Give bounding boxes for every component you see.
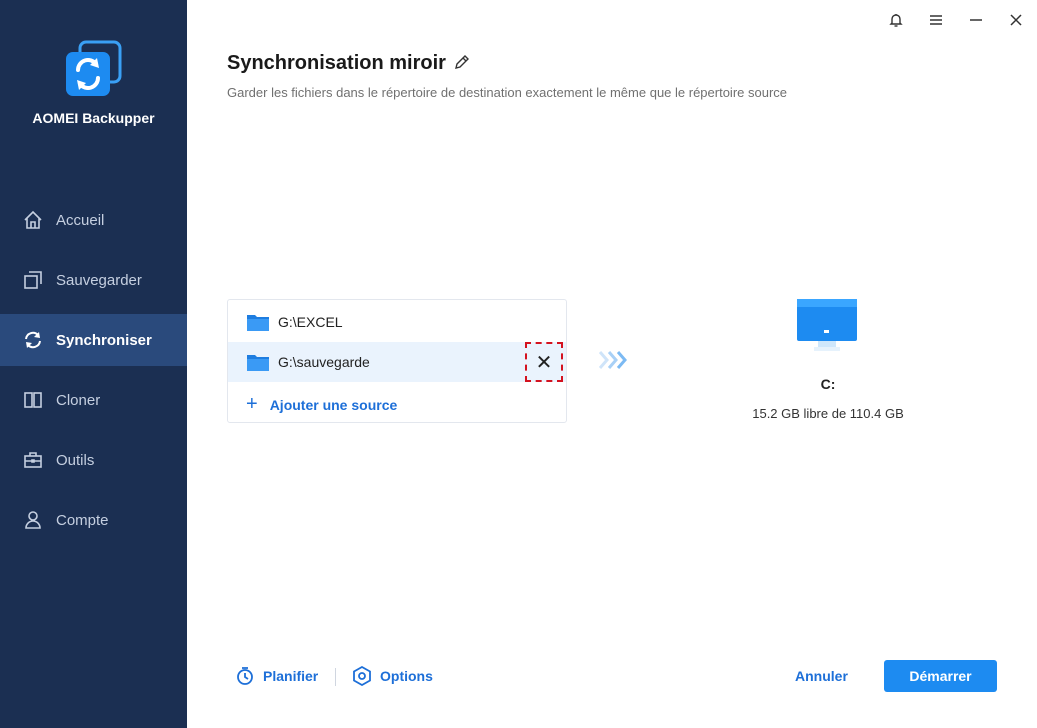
sidebar-item-label: Sauvegarder	[56, 271, 142, 289]
notification-bell-icon[interactable]	[884, 8, 908, 32]
sidebar-item-label: Accueil	[56, 211, 105, 229]
home-icon	[22, 209, 44, 231]
computer-monitor-icon[interactable]	[796, 297, 858, 359]
destination-drive-label: C:	[820, 376, 836, 392]
schedule-label: Planifier	[263, 668, 319, 684]
app-logo-icon	[66, 40, 122, 96]
minimize-icon[interactable]	[964, 8, 988, 32]
footer-divider	[335, 668, 336, 686]
app-name: AOMEI Backupper	[32, 110, 155, 126]
add-source-label: Ajouter une source	[269, 396, 398, 413]
sidebar: AOMEI Backupper Accueil Sauvegarder Sync…	[0, 0, 187, 728]
edit-pencil-icon[interactable]	[453, 53, 471, 71]
sidebar-item-synchroniser[interactable]: Synchroniser	[0, 314, 187, 366]
source-path: G:\EXCEL	[278, 314, 343, 330]
close-icon[interactable]	[1004, 8, 1028, 32]
sidebar-item-label: Cloner	[56, 391, 101, 409]
sidebar-item-sauvegarder[interactable]: Sauvegarder	[0, 254, 187, 306]
settings-hexagon-icon	[353, 666, 371, 686]
sidebar-item-outils[interactable]: Outils	[0, 434, 187, 486]
destination-free-space: 15.2 GB libre de 110.4 GB	[752, 406, 904, 421]
clone-icon	[22, 389, 44, 411]
folder-icon	[247, 315, 269, 331]
toolbox-icon	[22, 449, 44, 471]
source-list-panel: G:\EXCEL G:\sauvegarde ✕ + Ajouter une s…	[227, 299, 567, 423]
sync-direction-arrows-icon	[598, 351, 627, 369]
page-title: Synchronisation miroir	[227, 52, 446, 74]
folder-icon	[247, 355, 269, 371]
plus-icon: +	[246, 393, 258, 415]
sidebar-item-compte[interactable]: Compte	[0, 494, 187, 546]
options-button[interactable]: Options	[352, 666, 433, 686]
sidebar-item-label: Compte	[56, 511, 109, 529]
cancel-button[interactable]: Annuler	[795, 668, 848, 684]
options-label: Options	[380, 668, 433, 684]
start-button[interactable]: Démarrer	[884, 660, 997, 692]
source-item-selected[interactable]: G:\sauvegarde	[228, 342, 566, 382]
source-item[interactable]: G:\EXCEL	[228, 302, 566, 342]
schedule-button[interactable]: Planifier	[235, 666, 318, 686]
page-subtitle: Garder les fichiers dans le répertoire d…	[227, 85, 788, 100]
sidebar-item-label: Synchroniser	[56, 331, 152, 349]
source-path: G:\sauvegarde	[278, 354, 370, 370]
backup-icon	[22, 269, 44, 291]
sidebar-item-accueil[interactable]: Accueil	[0, 194, 187, 246]
menu-icon[interactable]	[924, 8, 948, 32]
sync-icon	[22, 329, 44, 351]
add-source-button[interactable]: + Ajouter une source	[246, 393, 397, 416]
timer-icon	[237, 667, 253, 685]
sidebar-item-label: Outils	[56, 451, 95, 469]
user-icon	[22, 509, 44, 531]
sidebar-item-cloner[interactable]: Cloner	[0, 374, 187, 426]
remove-source-button[interactable]: ✕	[525, 342, 563, 382]
